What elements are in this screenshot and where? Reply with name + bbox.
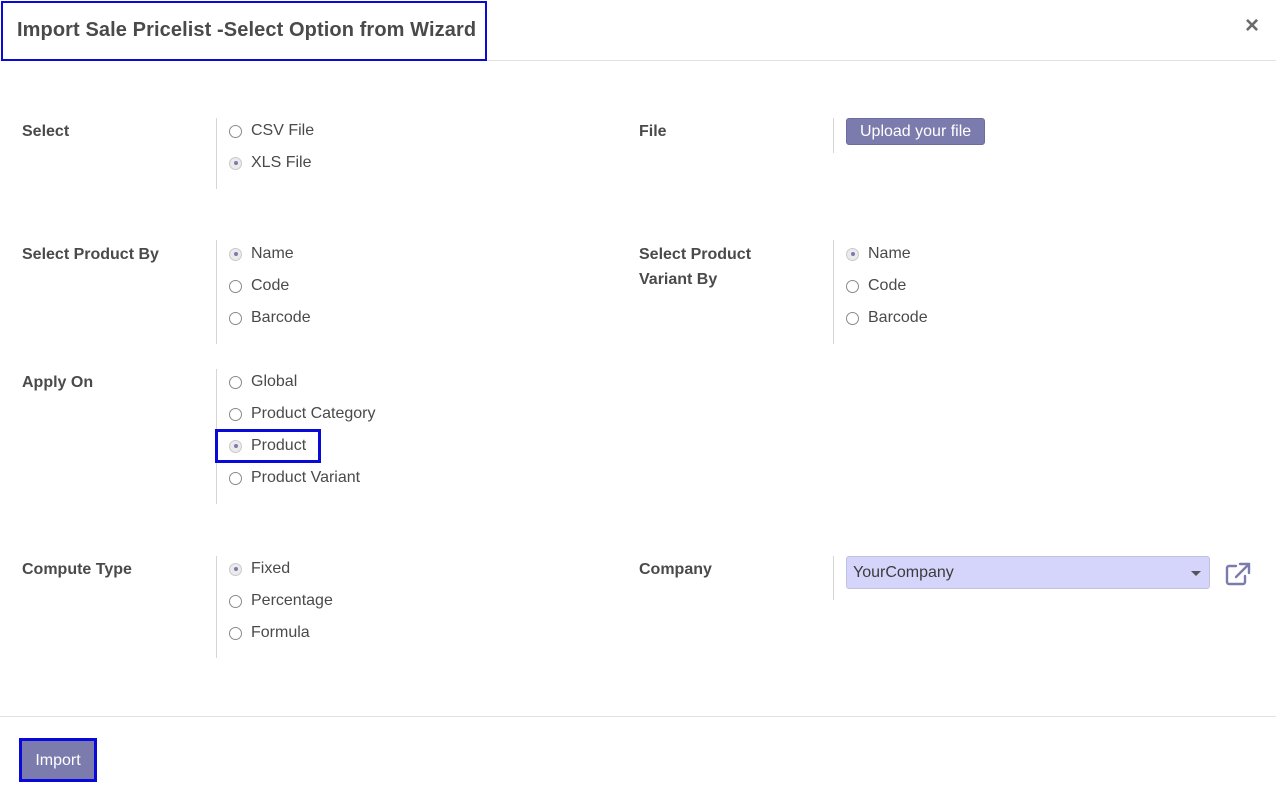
dialog-header: Import Sale Pricelist -Select Option fro… (0, 0, 1276, 61)
file-field: Upload your file (833, 118, 1033, 153)
compute-type-label: Compute Type (22, 561, 132, 578)
radio-compute-fixed[interactable]: Fixed (229, 557, 290, 581)
radio-label: Product Category (251, 405, 376, 422)
radio-product-by-code[interactable]: Code (229, 274, 289, 298)
company-label: Company (639, 561, 712, 578)
file-label: File (639, 123, 667, 140)
radio-label: Product Variant (251, 469, 361, 486)
select-product-by-label: Select Product By (22, 246, 159, 263)
radio-button-icon[interactable] (229, 407, 242, 421)
radio-button-checked-icon[interactable] (229, 439, 242, 453)
radio-button-icon[interactable] (229, 471, 242, 485)
product-by-radio-group: Name Code Barcode (216, 240, 516, 344)
dialog-title: Import Sale Pricelist -Select Option fro… (17, 19, 477, 41)
dialog-footer: Import (0, 716, 1276, 805)
radio-variant-by-barcode[interactable]: Barcode (846, 306, 928, 330)
radio-variant-by-name[interactable]: Name (846, 242, 911, 266)
radio-apply-global[interactable]: Global (229, 370, 297, 394)
radio-label: CSV File (251, 122, 315, 139)
label-line: Variant By (639, 271, 718, 288)
compute-type-radio-group: Fixed Percentage Formula (216, 556, 516, 658)
radio-button-icon[interactable] (846, 311, 859, 325)
file-type-radio-group: CSV File XLS File (216, 118, 516, 189)
import-wizard-dialog: Import Sale Pricelist -Select Option fro… (0, 0, 1276, 805)
radio-button-icon[interactable] (229, 375, 242, 389)
apply-on-radio-group: Global Product Category Product Product … (214, 369, 516, 504)
radio-button-checked-icon[interactable] (229, 247, 242, 261)
radio-label: Code (868, 277, 907, 294)
radio-label: Barcode (868, 309, 928, 326)
title-highlight: Import Sale Pricelist -Select Option fro… (1, 1, 487, 61)
radio-button-icon[interactable] (229, 124, 242, 138)
variant-by-radio-group: Name Code Barcode (833, 240, 1133, 344)
radio-label: Global (251, 373, 298, 390)
radio-csv-file[interactable]: CSV File (229, 119, 314, 143)
radio-label: Name (251, 245, 294, 262)
radio-button-icon[interactable] (846, 279, 859, 293)
chevron-down-icon (1191, 571, 1201, 576)
radio-label: Product (251, 437, 307, 454)
radio-label: Barcode (251, 309, 311, 326)
radio-product-by-name[interactable]: Name (229, 242, 294, 266)
radio-label: Code (251, 277, 290, 294)
radio-compute-percentage[interactable]: Percentage (229, 589, 333, 613)
import-button[interactable]: Import (19, 738, 97, 782)
close-icon[interactable]: × (1242, 14, 1262, 38)
company-select[interactable]: YourCompany (846, 556, 1210, 589)
radio-label: Formula (251, 624, 310, 641)
radio-variant-by-code[interactable]: Code (846, 274, 906, 298)
radio-button-checked-icon[interactable] (229, 562, 242, 576)
radio-button-icon[interactable] (229, 594, 242, 608)
radio-label: Name (868, 245, 911, 262)
radio-label: Percentage (251, 592, 333, 609)
upload-file-button[interactable]: Upload your file (846, 118, 986, 145)
radio-button-icon[interactable] (229, 311, 242, 325)
radio-compute-formula[interactable]: Formula (229, 621, 310, 645)
radio-apply-product[interactable]: Product (214, 429, 322, 463)
radio-product-by-barcode[interactable]: Barcode (229, 306, 311, 330)
radio-apply-product-category[interactable]: Product Category (229, 402, 376, 426)
radio-xls-file[interactable]: XLS File (229, 151, 311, 175)
radio-button-icon[interactable] (229, 626, 242, 640)
select-variant-by-label: Select Product Variant By (639, 242, 751, 292)
radio-button-checked-icon[interactable] (229, 156, 242, 170)
radio-label: XLS File (251, 154, 312, 171)
apply-on-label: Apply On (22, 374, 94, 391)
radio-button-checked-icon[interactable] (846, 247, 859, 261)
label-line: Select Product (639, 246, 752, 263)
select-label: Select (22, 123, 70, 140)
company-field: YourCompany (833, 556, 1263, 600)
external-link-icon[interactable] (1225, 562, 1251, 586)
radio-button-icon[interactable] (229, 279, 242, 293)
radio-apply-product-variant[interactable]: Product Variant (229, 466, 360, 490)
radio-label: Fixed (251, 560, 291, 577)
company-select-value: YourCompany (853, 564, 954, 581)
